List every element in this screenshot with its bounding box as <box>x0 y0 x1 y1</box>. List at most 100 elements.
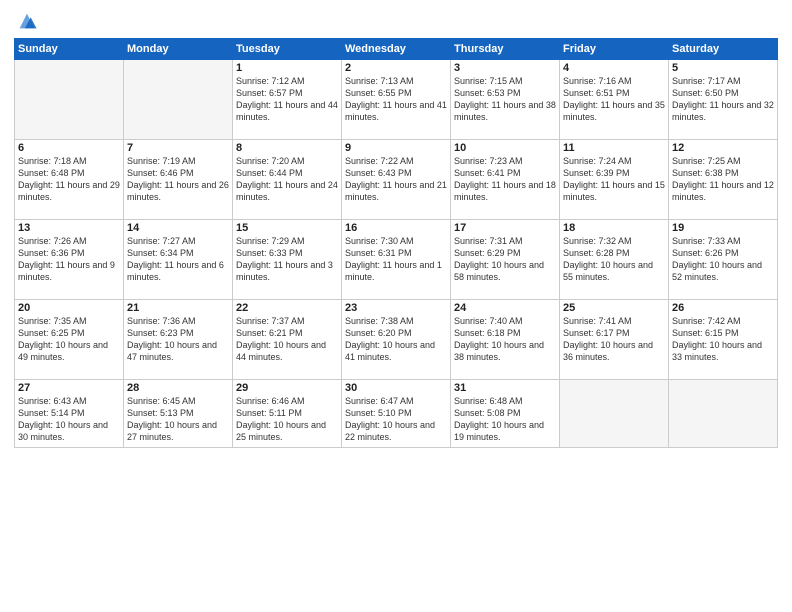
calendar-cell: 23Sunrise: 7:38 AMSunset: 6:20 PMDayligh… <box>342 300 451 380</box>
day-info: Sunrise: 7:15 AMSunset: 6:53 PMDaylight:… <box>454 75 556 124</box>
calendar-cell: 7Sunrise: 7:19 AMSunset: 6:46 PMDaylight… <box>124 140 233 220</box>
day-info: Sunrise: 7:31 AMSunset: 6:29 PMDaylight:… <box>454 235 556 284</box>
calendar-cell: 26Sunrise: 7:42 AMSunset: 6:15 PMDayligh… <box>669 300 778 380</box>
day-number: 23 <box>345 302 447 314</box>
calendar-cell: 14Sunrise: 7:27 AMSunset: 6:34 PMDayligh… <box>124 220 233 300</box>
day-number: 14 <box>127 222 229 234</box>
day-number: 18 <box>563 222 665 234</box>
calendar-cell: 20Sunrise: 7:35 AMSunset: 6:25 PMDayligh… <box>15 300 124 380</box>
day-number: 29 <box>236 382 338 394</box>
column-header-saturday: Saturday <box>669 39 778 60</box>
day-info: Sunrise: 7:20 AMSunset: 6:44 PMDaylight:… <box>236 155 338 204</box>
calendar-cell: 10Sunrise: 7:23 AMSunset: 6:41 PMDayligh… <box>451 140 560 220</box>
day-number: 13 <box>18 222 120 234</box>
day-info: Sunrise: 7:40 AMSunset: 6:18 PMDaylight:… <box>454 315 556 364</box>
day-info: Sunrise: 6:47 AMSunset: 5:10 PMDaylight:… <box>345 395 447 444</box>
day-number: 5 <box>672 62 774 74</box>
day-info: Sunrise: 6:46 AMSunset: 5:11 PMDaylight:… <box>236 395 338 444</box>
day-info: Sunrise: 6:48 AMSunset: 5:08 PMDaylight:… <box>454 395 556 444</box>
day-number: 16 <box>345 222 447 234</box>
day-number: 27 <box>18 382 120 394</box>
day-info: Sunrise: 7:32 AMSunset: 6:28 PMDaylight:… <box>563 235 665 284</box>
calendar-week-row: 27Sunrise: 6:43 AMSunset: 5:14 PMDayligh… <box>15 380 778 448</box>
day-info: Sunrise: 7:36 AMSunset: 6:23 PMDaylight:… <box>127 315 229 364</box>
day-number: 28 <box>127 382 229 394</box>
calendar-cell: 1Sunrise: 7:12 AMSunset: 6:57 PMDaylight… <box>233 60 342 140</box>
calendar-cell: 24Sunrise: 7:40 AMSunset: 6:18 PMDayligh… <box>451 300 560 380</box>
day-number: 2 <box>345 62 447 74</box>
day-info: Sunrise: 7:25 AMSunset: 6:38 PMDaylight:… <box>672 155 774 204</box>
column-header-friday: Friday <box>560 39 669 60</box>
day-info: Sunrise: 7:41 AMSunset: 6:17 PMDaylight:… <box>563 315 665 364</box>
calendar-cell <box>124 60 233 140</box>
calendar-cell: 30Sunrise: 6:47 AMSunset: 5:10 PMDayligh… <box>342 380 451 448</box>
calendar-cell: 29Sunrise: 6:46 AMSunset: 5:11 PMDayligh… <box>233 380 342 448</box>
day-number: 10 <box>454 142 556 154</box>
page-header <box>14 10 778 32</box>
calendar-table: SundayMondayTuesdayWednesdayThursdayFrid… <box>14 38 778 448</box>
day-info: Sunrise: 7:26 AMSunset: 6:36 PMDaylight:… <box>18 235 120 284</box>
day-info: Sunrise: 7:22 AMSunset: 6:43 PMDaylight:… <box>345 155 447 204</box>
day-number: 19 <box>672 222 774 234</box>
calendar-cell: 25Sunrise: 7:41 AMSunset: 6:17 PMDayligh… <box>560 300 669 380</box>
day-info: Sunrise: 7:19 AMSunset: 6:46 PMDaylight:… <box>127 155 229 204</box>
day-info: Sunrise: 7:12 AMSunset: 6:57 PMDaylight:… <box>236 75 338 124</box>
calendar-week-row: 1Sunrise: 7:12 AMSunset: 6:57 PMDaylight… <box>15 60 778 140</box>
day-info: Sunrise: 7:37 AMSunset: 6:21 PMDaylight:… <box>236 315 338 364</box>
day-info: Sunrise: 7:30 AMSunset: 6:31 PMDaylight:… <box>345 235 447 284</box>
day-number: 1 <box>236 62 338 74</box>
day-number: 30 <box>345 382 447 394</box>
column-header-sunday: Sunday <box>15 39 124 60</box>
day-number: 31 <box>454 382 556 394</box>
calendar-week-row: 6Sunrise: 7:18 AMSunset: 6:48 PMDaylight… <box>15 140 778 220</box>
day-number: 25 <box>563 302 665 314</box>
day-number: 24 <box>454 302 556 314</box>
day-info: Sunrise: 7:17 AMSunset: 6:50 PMDaylight:… <box>672 75 774 124</box>
calendar-cell: 5Sunrise: 7:17 AMSunset: 6:50 PMDaylight… <box>669 60 778 140</box>
calendar-cell: 17Sunrise: 7:31 AMSunset: 6:29 PMDayligh… <box>451 220 560 300</box>
day-info: Sunrise: 6:43 AMSunset: 5:14 PMDaylight:… <box>18 395 120 444</box>
day-number: 26 <box>672 302 774 314</box>
calendar-cell: 31Sunrise: 6:48 AMSunset: 5:08 PMDayligh… <box>451 380 560 448</box>
day-number: 15 <box>236 222 338 234</box>
day-number: 12 <box>672 142 774 154</box>
day-info: Sunrise: 7:29 AMSunset: 6:33 PMDaylight:… <box>236 235 338 284</box>
calendar-cell: 3Sunrise: 7:15 AMSunset: 6:53 PMDaylight… <box>451 60 560 140</box>
calendar-cell: 6Sunrise: 7:18 AMSunset: 6:48 PMDaylight… <box>15 140 124 220</box>
day-number: 4 <box>563 62 665 74</box>
calendar-cell: 16Sunrise: 7:30 AMSunset: 6:31 PMDayligh… <box>342 220 451 300</box>
day-number: 11 <box>563 142 665 154</box>
calendar-cell: 8Sunrise: 7:20 AMSunset: 6:44 PMDaylight… <box>233 140 342 220</box>
column-header-thursday: Thursday <box>451 39 560 60</box>
day-info: Sunrise: 6:45 AMSunset: 5:13 PMDaylight:… <box>127 395 229 444</box>
calendar-cell: 22Sunrise: 7:37 AMSunset: 6:21 PMDayligh… <box>233 300 342 380</box>
logo-icon <box>16 10 38 32</box>
day-info: Sunrise: 7:13 AMSunset: 6:55 PMDaylight:… <box>345 75 447 124</box>
calendar-cell: 19Sunrise: 7:33 AMSunset: 6:26 PMDayligh… <box>669 220 778 300</box>
calendar-cell <box>560 380 669 448</box>
day-number: 7 <box>127 142 229 154</box>
day-number: 22 <box>236 302 338 314</box>
calendar-cell: 27Sunrise: 6:43 AMSunset: 5:14 PMDayligh… <box>15 380 124 448</box>
day-info: Sunrise: 7:24 AMSunset: 6:39 PMDaylight:… <box>563 155 665 204</box>
day-number: 3 <box>454 62 556 74</box>
calendar-cell: 9Sunrise: 7:22 AMSunset: 6:43 PMDaylight… <box>342 140 451 220</box>
day-info: Sunrise: 7:18 AMSunset: 6:48 PMDaylight:… <box>18 155 120 204</box>
day-number: 17 <box>454 222 556 234</box>
calendar-cell: 12Sunrise: 7:25 AMSunset: 6:38 PMDayligh… <box>669 140 778 220</box>
calendar-header-row: SundayMondayTuesdayWednesdayThursdayFrid… <box>15 39 778 60</box>
day-info: Sunrise: 7:38 AMSunset: 6:20 PMDaylight:… <box>345 315 447 364</box>
logo <box>14 10 38 32</box>
calendar-week-row: 20Sunrise: 7:35 AMSunset: 6:25 PMDayligh… <box>15 300 778 380</box>
column-header-tuesday: Tuesday <box>233 39 342 60</box>
day-number: 8 <box>236 142 338 154</box>
calendar-cell <box>669 380 778 448</box>
calendar-week-row: 13Sunrise: 7:26 AMSunset: 6:36 PMDayligh… <box>15 220 778 300</box>
day-info: Sunrise: 7:33 AMSunset: 6:26 PMDaylight:… <box>672 235 774 284</box>
column-header-monday: Monday <box>124 39 233 60</box>
calendar-cell: 13Sunrise: 7:26 AMSunset: 6:36 PMDayligh… <box>15 220 124 300</box>
calendar-cell <box>15 60 124 140</box>
day-number: 21 <box>127 302 229 314</box>
calendar-cell: 18Sunrise: 7:32 AMSunset: 6:28 PMDayligh… <box>560 220 669 300</box>
calendar-cell: 28Sunrise: 6:45 AMSunset: 5:13 PMDayligh… <box>124 380 233 448</box>
